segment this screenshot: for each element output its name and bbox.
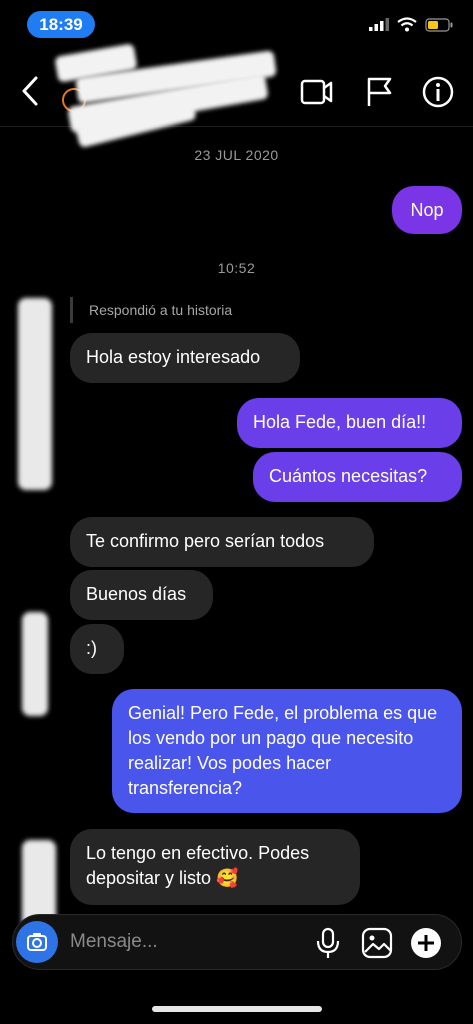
back-icon[interactable]	[18, 74, 44, 108]
sender-avatar-redacted	[18, 298, 52, 490]
message-outgoing[interactable]: Cuántos necesitas?	[253, 452, 462, 502]
message-outgoing[interactable]: Hola Fede, buen día!!	[237, 398, 462, 448]
status-icons	[369, 17, 453, 32]
message-outgoing[interactable]: Genial! Pero Fede, el problema es que lo…	[112, 689, 462, 813]
add-icon[interactable]	[410, 927, 442, 959]
wifi-icon	[397, 17, 417, 32]
message-incoming[interactable]: :)	[70, 624, 124, 674]
message-incoming[interactable]: Te confirmo pero serían todos	[70, 517, 374, 567]
gallery-icon[interactable]	[361, 927, 393, 959]
message-incoming[interactable]: Buenos días	[70, 570, 213, 620]
sender-avatar-redacted	[22, 612, 48, 716]
home-indicator	[152, 1006, 322, 1012]
message-incoming[interactable]: Lo tengo en efectivo. Podes depositar y …	[70, 829, 360, 905]
microphone-icon[interactable]	[314, 927, 342, 959]
message-placeholder: Mensaje...	[70, 931, 158, 952]
signal-icon	[369, 18, 389, 31]
message-incoming[interactable]: Hola estoy interesado	[70, 333, 300, 383]
camera-button[interactable]	[16, 921, 58, 963]
message-outgoing[interactable]: Nop	[392, 186, 462, 234]
battery-icon	[425, 17, 453, 32]
time-divider: 10:52	[217, 260, 256, 276]
contact-info[interactable]	[54, 43, 286, 150]
info-icon[interactable]	[420, 74, 456, 110]
status-time: 18:39	[27, 11, 95, 38]
story-reply-note: Respondió a tu historia	[70, 297, 232, 323]
video-call-icon[interactable]	[298, 74, 334, 110]
message-input[interactable]: Mensaje...	[70, 920, 300, 964]
date-divider: 23 JUL 2020	[194, 147, 279, 163]
flag-icon[interactable]	[362, 74, 398, 110]
camera-icon	[27, 933, 47, 951]
